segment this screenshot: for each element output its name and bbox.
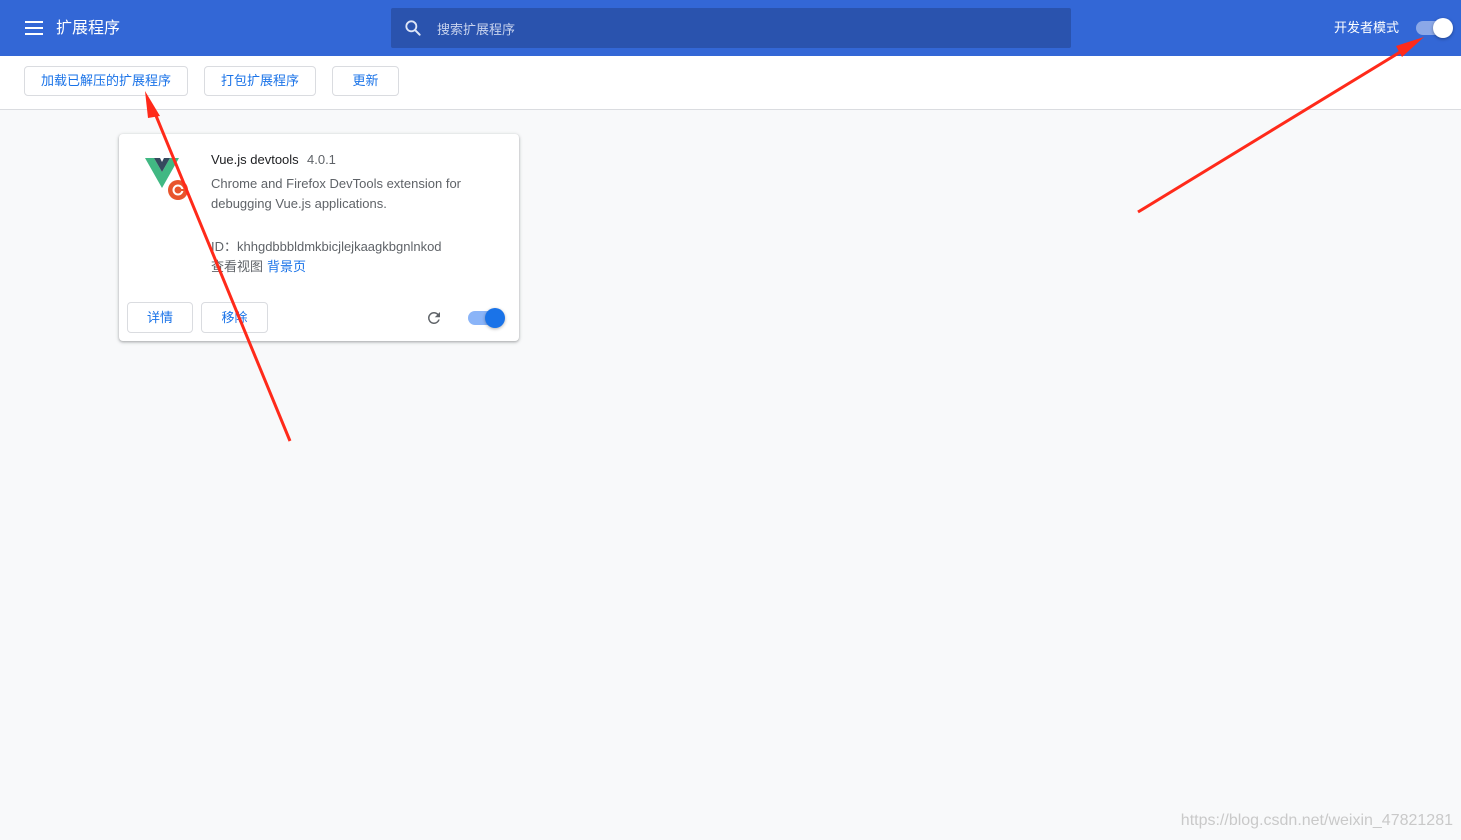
developer-mode-toggle[interactable]: [1416, 18, 1453, 38]
developer-toolbar: 加载已解压的扩展程序 打包扩展程序 更新: [0, 56, 1461, 110]
extension-views: 查看视图 背景页: [211, 258, 306, 276]
page-title: 扩展程序: [56, 20, 121, 37]
extension-id: ID：khhgdbbbldmkbicjlejkaagkbgnlnkod: [211, 239, 442, 254]
developer-mode-label: 开发者模式: [1334, 20, 1400, 35]
search-icon: [405, 20, 421, 36]
menu-button[interactable]: [20, 16, 48, 40]
toggle-knob: [1433, 18, 1453, 38]
top-app-bar: 扩展程序 开发者模式: [0, 0, 1461, 56]
hamburger-menu-icon: [25, 21, 43, 35]
search-box[interactable]: [391, 8, 1071, 50]
search-input[interactable]: [435, 8, 1059, 50]
details-button[interactable]: 详情: [127, 302, 193, 333]
vue-devtools-logo-icon: [145, 158, 188, 200]
pack-extension-button[interactable]: 打包扩展程序: [204, 66, 316, 96]
views-label: 查看视图: [211, 259, 264, 274]
update-button[interactable]: 更新: [332, 66, 399, 96]
remove-button[interactable]: 移除: [201, 302, 268, 333]
watermark: https://blog.csdn.net/weixin_47821281: [1180, 812, 1453, 829]
extension-enable-toggle[interactable]: [468, 308, 505, 328]
reload-icon[interactable]: [425, 309, 443, 327]
extension-description: Chrome and Firefox DevTools extension fo…: [211, 176, 462, 211]
toggle-knob: [485, 308, 505, 328]
annotation-arrows: [145, 37, 1424, 442]
background-page-link[interactable]: 背景页: [267, 259, 306, 274]
extension-version: 4.0.1: [307, 152, 336, 167]
extension-name: Vue.js devtools: [211, 152, 299, 167]
extension-card: Vue.js devtools 4.0.1 Chrome and Firefox…: [119, 134, 519, 341]
load-unpacked-button[interactable]: 加载已解压的扩展程序: [24, 66, 188, 96]
